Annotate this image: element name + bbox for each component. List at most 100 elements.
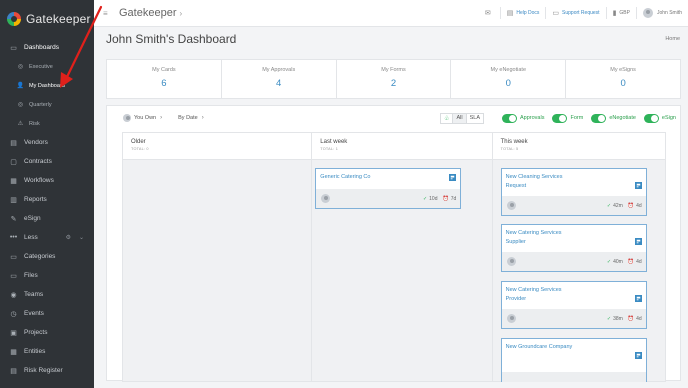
switch-on (591, 113, 607, 123)
chevron-right-icon: › (160, 115, 163, 121)
currency-selector[interactable]: ▮ GBP (607, 0, 636, 26)
sidebar-item-dashboards[interactable]: ▭ Dashboards (0, 38, 94, 57)
app-title-text: Gatekeeper (119, 7, 177, 19)
breadcrumb[interactable]: Home (665, 36, 680, 42)
sort-filter[interactable]: By Date › (178, 115, 204, 121)
card-age: 40m (613, 258, 623, 265)
chat-icon: ▭ (552, 10, 560, 17)
alarm-icon: ⏰ (442, 195, 449, 202)
stat-my-enegotiate[interactable]: My eNegotiate 0 (451, 60, 567, 98)
card-title[interactable]: New Catering Services Provider (506, 286, 574, 304)
card-footer: ✓ 40m ⏰ 4d (501, 252, 646, 271)
column-header: Older TOTAL: 0 (123, 133, 312, 160)
filter-sla-button[interactable]: SLA (467, 114, 483, 123)
card-age: 38m (613, 315, 623, 322)
app-title[interactable]: Gatekeeper › (119, 7, 182, 19)
alarm-icon: ⏰ (627, 258, 635, 265)
sidebar-item-label: Quarterly (29, 101, 52, 108)
brand[interactable]: Gatekeeper (0, 0, 94, 38)
card[interactable]: New Cleaning Services Request ✓ 42m ⏰ 4d (500, 168, 647, 216)
settings-icon[interactable]: ⚙ (66, 234, 71, 241)
sidebar-item-vendors[interactable]: ▤ Vendors (0, 133, 94, 152)
column-title: Older (131, 139, 146, 145)
stat-value: 4 (276, 78, 282, 89)
toggle-approvals[interactable]: Approvals (502, 113, 544, 123)
sidebar: Gatekeeper ▭ Dashboards ◎ Executive 👤 My… (0, 0, 94, 388)
sidebar-item-projects[interactable]: ▣ Projects (0, 323, 94, 342)
switch-on (643, 113, 659, 123)
sidebar-item-risk[interactable]: ⚠ Risk (0, 114, 94, 133)
support-request-link[interactable]: ▭ Support Request (546, 0, 605, 26)
column-title: This week (500, 139, 528, 145)
toggle-form[interactable]: Form (552, 113, 583, 123)
column-total: TOTAL: 5 (500, 147, 519, 151)
card-age: 10d (429, 195, 438, 202)
card[interactable]: New Catering Services Provider ✓ 38m ⏰ 4d (500, 281, 647, 329)
chevron-down-icon[interactable]: ⌄ (79, 234, 84, 241)
brand-name: Gatekeeper (26, 12, 91, 26)
sidebar-item-label: Contracts (24, 158, 52, 165)
mail-button[interactable]: ✉ (479, 0, 500, 26)
user-menu[interactable]: John Smith (637, 0, 688, 26)
sidebar-item-my-dashboard[interactable]: 👤 My Dashboard (0, 76, 94, 95)
chevron-right-icon: › (179, 9, 183, 18)
card-meta: ✓ 42m ⏰ 4d (607, 203, 642, 209)
sidebar-item-label: Executive (29, 63, 53, 70)
column-header: This week TOTAL: 5 (492, 133, 665, 160)
sidebar-item-reports[interactable]: ▥ Reports (0, 190, 94, 209)
entity-icon: ▦ (10, 348, 17, 356)
stat-value: 6 (161, 78, 167, 89)
avatar (506, 257, 516, 266)
card-title[interactable]: Generic Catering Co (320, 173, 420, 182)
sidebar-item-label: Less (24, 234, 38, 241)
filter-all-button[interactable]: All (453, 113, 467, 123)
owner-filter[interactable]: You Own › (123, 114, 162, 122)
toggle-enegotiate[interactable]: eNegotiate (591, 113, 636, 123)
toolbar-right: ♧ All SLA Approvals Form eNegotiate eSig… (440, 112, 676, 124)
card-title[interactable]: New Groundcare Company (506, 343, 574, 352)
stat-my-cards[interactable]: My Cards 6 (107, 60, 222, 98)
avatar (506, 201, 516, 210)
sidebar-item-esign[interactable]: ✎ eSign (0, 209, 94, 228)
leaf-filter-button[interactable]: ♧ (441, 113, 454, 123)
column-body: New Cleaning Services Request ✓ 42m ⏰ 4d N… (492, 160, 665, 382)
chevron-right-icon: › (201, 115, 204, 121)
sidebar-item-label: Projects (24, 329, 48, 336)
stat-my-esigns[interactable]: My eSigns 0 (566, 60, 680, 98)
card-title[interactable]: New Cleaning Services Request (506, 173, 574, 191)
sidebar-item-entities[interactable]: ▦ Entities (0, 342, 94, 361)
circle-icon: ◎ (17, 64, 24, 70)
sidebar-item-less[interactable]: ••• Less ⚙ ⌄ (0, 228, 94, 247)
toggle-esign[interactable]: eSign (643, 113, 676, 123)
sidebar-item-label: Risk Register (24, 367, 63, 374)
menu-icon[interactable]: ≡ (103, 9, 111, 18)
toggle-label: eNegotiate (609, 115, 636, 121)
sidebar-item-executive[interactable]: ◎ Executive (0, 57, 94, 76)
sidebar-item-teams[interactable]: ◉ Teams (0, 285, 94, 304)
sidebar-item-files[interactable]: ▭ Files (0, 266, 94, 285)
check-circle-icon: ✓ (606, 258, 612, 265)
currency-icon: ▮ (612, 10, 617, 17)
stat-my-forms[interactable]: My Forms 2 (337, 60, 452, 98)
stat-label: My eSigns (610, 67, 636, 73)
card-title[interactable]: New Catering Services Supplier (506, 229, 574, 247)
sidebar-item-contracts[interactable]: ▢ Contracts (0, 152, 94, 171)
card[interactable]: Generic Catering Co ✓ 10d ⏰ 7d (315, 168, 462, 209)
stat-my-approvals[interactable]: My Approvals 4 (222, 60, 337, 98)
sidebar-item-workflows[interactable]: ▦ Workflows (0, 171, 94, 190)
switch-on (552, 113, 568, 123)
help-docs-link[interactable]: ▤ Help Docs (501, 0, 546, 26)
sidebar-item-events[interactable]: ◷ Events (0, 304, 94, 323)
card[interactable]: New Groundcare Company (500, 338, 647, 382)
sidebar-item-categories[interactable]: ▭ Categories (0, 247, 94, 266)
card-sla: 4d (636, 315, 642, 322)
sidebar-item-quarterly[interactable]: ◎ Quarterly (0, 95, 94, 114)
card-flag-icon (634, 295, 642, 302)
sidebar-item-risk-register[interactable]: ▤ Risk Register (0, 361, 94, 380)
alarm-icon: ⏰ (627, 202, 635, 209)
team-icon: ◉ (10, 291, 17, 299)
sidebar-item-label: Teams (24, 291, 44, 298)
card[interactable]: New Catering Services Supplier ✓ 40m ⏰ 4d (500, 224, 647, 272)
folder-icon: ▭ (10, 253, 17, 261)
top-right-actions: ✉ ▤ Help Docs ▭ Support Request ▮ GBP John … (479, 0, 688, 26)
